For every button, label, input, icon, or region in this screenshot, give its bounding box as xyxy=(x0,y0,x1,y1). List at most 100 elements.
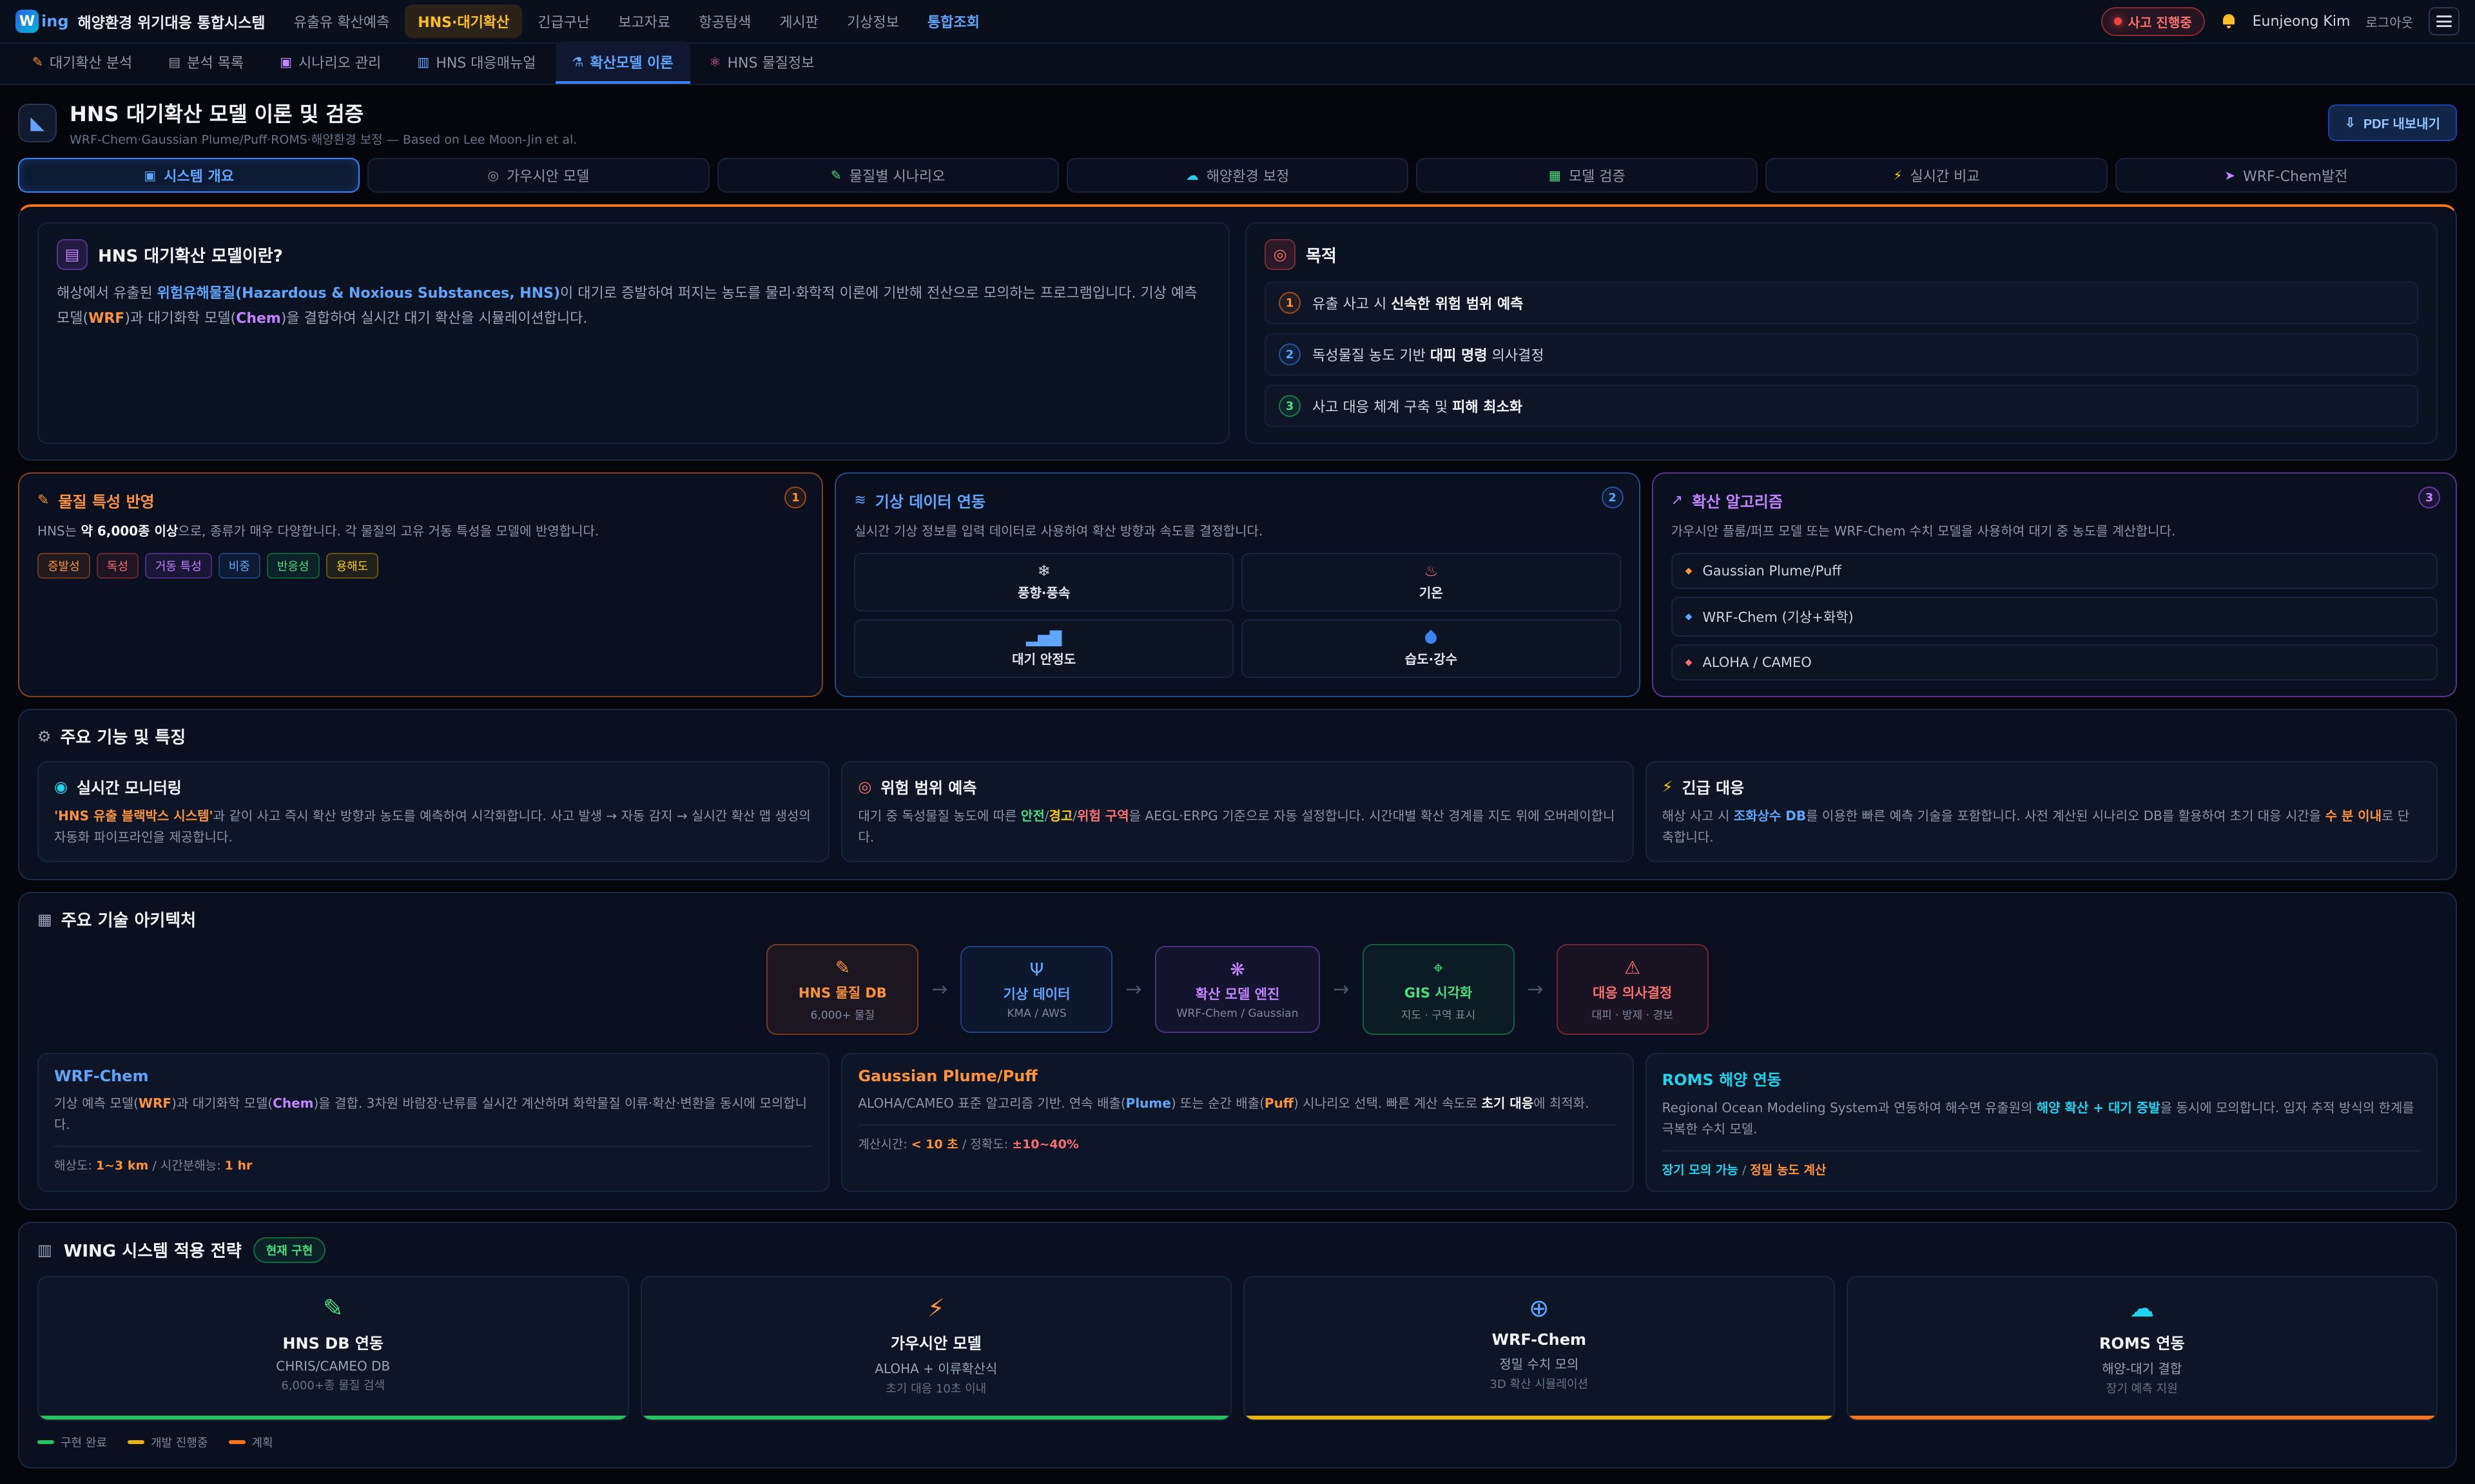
number-badge: 2 xyxy=(1602,487,1624,508)
feature-title: 실시간 모니터링 xyxy=(77,775,182,798)
notification-bell-icon[interactable] xyxy=(2220,13,2237,30)
folder-icon: ▣ xyxy=(280,54,292,70)
wind-icon: ≋ xyxy=(854,492,866,508)
algorithm-label: ALOHA / CAMEO xyxy=(1702,655,1811,670)
list-icon: ▤ xyxy=(168,54,180,70)
model-definition-panel: ▤ HNS 대기확산 모델이란? 해상에서 유출된 위험유해물질(Hazardo… xyxy=(37,222,1230,444)
pencil-icon: ✎ xyxy=(835,957,850,979)
strategy-card-line2: 초기 대응 10초 이내 xyxy=(655,1380,1218,1396)
flow-title: 확산 모델 엔진 xyxy=(1196,984,1280,1003)
subnav-item-diffusion-model-theory[interactable]: ⚗ 확산모델 이론 xyxy=(556,41,690,84)
number-badge: 1 xyxy=(1279,292,1301,314)
nav-item-reports[interactable]: 보고자료 xyxy=(605,5,683,38)
tech-card-title: Gaussian Plume/Puff xyxy=(858,1067,1616,1085)
legend-item-complete: 구현 완료 xyxy=(37,1434,107,1450)
subnav-item-scenario-management[interactable]: ▣ 시나리오 관리 xyxy=(263,41,398,84)
tab-wrf-chem-advanced[interactable]: ➤ WRF-Chem발전 xyxy=(2115,158,2457,193)
weather-item-stability: ▂▅▇ 대기 안정도 xyxy=(854,619,1234,678)
feature-title: 위험 범위 예측 xyxy=(880,775,976,798)
weather-item-label: 습도·강수 xyxy=(1405,649,1457,668)
nav-item-aerial-search[interactable]: 항공탐색 xyxy=(686,5,764,38)
menu-toggle-button[interactable] xyxy=(2429,7,2460,35)
strategy-card-title: 가우시안 모델 xyxy=(655,1331,1218,1353)
tab-gaussian-model[interactable]: ◎ 가우시안 모델 xyxy=(367,158,709,193)
tab-label: 시스템 개요 xyxy=(164,165,234,186)
bolt-icon: ⚡ xyxy=(655,1295,1218,1322)
strategy-card-title: WRF-Chem xyxy=(1257,1331,1821,1349)
purpose-item-text: 독성물질 농도 기반 대피 명령 의사결정 xyxy=(1312,344,1544,365)
sub-navbar: ✎ 대기확산 분석 ▤ 분석 목록 ▣ 시나리오 관리 ▥ HNS 대응매뉴얼 … xyxy=(0,44,2475,85)
pdf-export-label: PDF 내보내기 xyxy=(2363,113,2440,132)
subnav-item-diffusion-analysis[interactable]: ✎ 대기확산 분석 xyxy=(15,41,149,84)
flow-arrow-icon: → xyxy=(931,978,947,1001)
incident-status-badge[interactable]: 사고 진행중 xyxy=(2101,7,2205,36)
purpose-item-text: 사고 대응 체계 구축 및 피해 최소화 xyxy=(1312,396,1522,416)
building-icon: ▦ xyxy=(37,911,52,929)
feature-description: 'HNS 유출 블랙박스 시스템'과 같이 사고 즉시 확산 방향과 농도를 예… xyxy=(54,805,813,848)
flow-title: 대응 의사결정 xyxy=(1593,983,1672,1002)
tab-substance-scenarios[interactable]: ✎ 물질별 시나리오 xyxy=(717,158,1059,193)
strategy-card-line1: CHRIS/CAMEO DB xyxy=(52,1358,615,1374)
tech-card-wrf-chem: WRF-Chem 기상 예측 모델(WRF)과 대기화학 모델(Chem)을 결… xyxy=(37,1053,830,1192)
nav-item-integrated-search[interactable]: 통합조회 xyxy=(915,5,993,38)
tag-solubility: 용해도 xyxy=(326,553,379,579)
subnav-item-analysis-list[interactable]: ▤ 분석 목록 xyxy=(151,41,260,84)
tech-card-title: ROMS 해양 연동 xyxy=(1662,1067,2421,1090)
flow-response-decision: ⚠ 대응 의사결정 대피 · 방제 · 경보 xyxy=(1557,944,1709,1035)
nav-item-hns-atmospheric-diffusion[interactable]: HNS·대기확산 xyxy=(405,5,522,38)
nav-item-weather-info[interactable]: 기상정보 xyxy=(834,5,912,38)
flow-arrow-icon: → xyxy=(1125,978,1141,1001)
flow-diffusion-engine: ❋ 확산 모델 엔진 WRF-Chem / Gaussian xyxy=(1155,946,1321,1034)
tech-card-specs: 해상도: 1~3 km / 시간분해능: 1 hr xyxy=(54,1146,813,1173)
globe-icon: ⊕ xyxy=(1257,1295,1821,1322)
tag-specific-gravity: 비중 xyxy=(218,553,260,579)
pillars-section: ✎ 물질 특성 반영 1 HNS는 약 6,000종 이상으로, 종류가 매우 … xyxy=(18,472,2457,697)
cloud-icon: ☁ xyxy=(1186,168,1199,183)
book-icon: ▤ xyxy=(57,239,88,270)
feature-emergency-response: ⚡ 긴급 대응 해상 사고 시 조화상수 DB를 이용한 빠른 예측 기술을 포… xyxy=(1645,761,2438,862)
tab-model-validation[interactable]: ▦ 모델 검증 xyxy=(1416,158,1758,193)
tab-label: WRF-Chem발전 xyxy=(2243,165,2347,186)
algorithm-label: WRF-Chem (기상+화학) xyxy=(1702,607,1853,626)
tech-card-specs: 장기 모의 가능 / 정밀 농도 계산 xyxy=(1662,1150,2421,1178)
pdf-export-button[interactable]: ⇩ PDF 내보내기 xyxy=(2328,104,2457,141)
rocket-icon: ➤ xyxy=(2224,168,2235,183)
pencil-icon: ✎ xyxy=(37,492,49,508)
nav-item-board[interactable]: 게시판 xyxy=(766,5,831,38)
tab-realtime-comparison[interactable]: ⚡ 실시간 비교 xyxy=(1765,158,2107,193)
app-logo[interactable]: W ing 해양환경 위기대응 통합시스템 xyxy=(15,10,266,33)
nav-item-emergency-rescue[interactable]: 긴급구난 xyxy=(525,5,603,38)
progress-bar xyxy=(642,1416,1231,1420)
tab-label: 실시간 비교 xyxy=(1910,165,1979,186)
features-section: ⚙ 주요 기능 및 특징 ◉ 실시간 모니터링 'HNS 유출 블랙박스 시스템… xyxy=(18,709,2457,880)
hamburger-icon xyxy=(2436,15,2452,27)
algorithm-list: Gaussian Plume/Puff WRF-Chem (기상+화학) ALO… xyxy=(1671,553,2438,680)
tab-system-overview[interactable]: ▣ 시스템 개요 xyxy=(18,158,360,193)
flask-icon: ⚗ xyxy=(572,54,584,70)
topnav-right: 사고 진행중 Eunjeong Kim 로그아웃 xyxy=(2101,7,2460,36)
alert-dot-icon xyxy=(2114,17,2122,25)
legend-label: 구현 완료 xyxy=(61,1434,107,1450)
flow-subtitle: KMA / AWS xyxy=(1007,1007,1066,1020)
feature-description: 해상 사고 시 조화상수 DB를 이용한 빠른 예측 기술을 포함합니다. 사전… xyxy=(1662,805,2421,848)
flow-arrow-icon: → xyxy=(1333,978,1349,1001)
flow-arrow-icon: → xyxy=(1528,978,1544,1001)
strategy-card-line2: 3D 확산 시뮬레이션 xyxy=(1257,1375,1821,1392)
progress-bar xyxy=(1848,1416,2437,1420)
strategy-card-line1: 정밀 수치 모의 xyxy=(1257,1354,1821,1373)
strategy-card-title: ROMS 연동 xyxy=(1861,1331,2424,1353)
algorithm-item: ALOHA / CAMEO xyxy=(1671,644,2438,680)
logo-icon: W xyxy=(15,10,39,33)
logo-text: ing xyxy=(41,12,69,30)
flow-gis-visualization: ⌖ GIS 시각화 지도 · 구역 표시 xyxy=(1363,944,1515,1035)
strategy-card-title: HNS DB 연동 xyxy=(52,1331,615,1353)
tab-marine-correction[interactable]: ☁ 해양환경 보정 xyxy=(1067,158,1408,193)
logout-button[interactable]: 로그아웃 xyxy=(2365,12,2413,31)
weather-grid: ❄ 풍향·풍속 ♨ 기온 ▂▅▇ 대기 안정도 습도·강수 xyxy=(854,553,1620,678)
subnav-label: HNS 대응매뉴얼 xyxy=(436,52,536,72)
nav-item-oil-spill-prediction[interactable]: 유출유 확산예측 xyxy=(281,5,403,38)
subnav-label: 시나리오 관리 xyxy=(298,52,381,72)
subnav-item-hns-manual[interactable]: ▥ HNS 대응매뉴얼 xyxy=(400,41,552,84)
pillar-diffusion-algorithm: ↗ 확산 알고리즘 3 가우시안 플룸/퍼프 모델 또는 WRF-Chem 수치… xyxy=(1652,472,2457,697)
subnav-item-hns-substance-info[interactable]: ⚛ HNS 물질정보 xyxy=(693,41,831,84)
